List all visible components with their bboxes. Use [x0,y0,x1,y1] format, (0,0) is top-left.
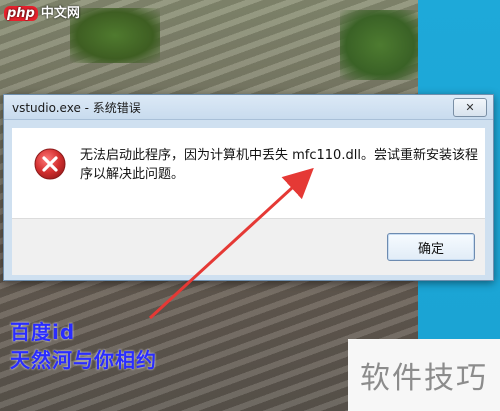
overlay-text-line1: 百度id [10,320,76,344]
wallpaper-foliage [70,8,160,63]
close-button[interactable]: ✕ [453,98,487,117]
error-message: 无法启动此程序，因为计算机中丢失 mfc110.dll。尝试重新安装该程序以解决… [80,148,478,182]
php-site-label: 中文网 [40,6,80,21]
corner-label-box: 软件技巧 [348,339,500,411]
wallpaper-foliage-right [340,10,420,80]
php-logo: php [4,6,38,21]
overlay-text-line2: 天然河与你相约 [10,348,157,372]
dialog-footer: 确定 [12,218,485,275]
close-icon: ✕ [465,101,475,114]
dialog-content: 无法启动此程序，因为计算机中丢失 mfc110.dll。尝试重新安装该程序以解决… [12,128,485,218]
error-dialog: vstudio.exe - 系统错误 ✕ 无法启动此程序，因为计算机中丢失 mf… [3,94,494,281]
error-icon [34,148,66,180]
dialog-title: vstudio.exe - 系统错误 [12,100,141,115]
corner-label: 软件技巧 [360,361,488,396]
dialog-titlebar[interactable]: vstudio.exe - 系统错误 [4,95,493,120]
ok-button[interactable]: 确定 [387,233,475,261]
php-watermark: php 中文网 [4,2,80,21]
